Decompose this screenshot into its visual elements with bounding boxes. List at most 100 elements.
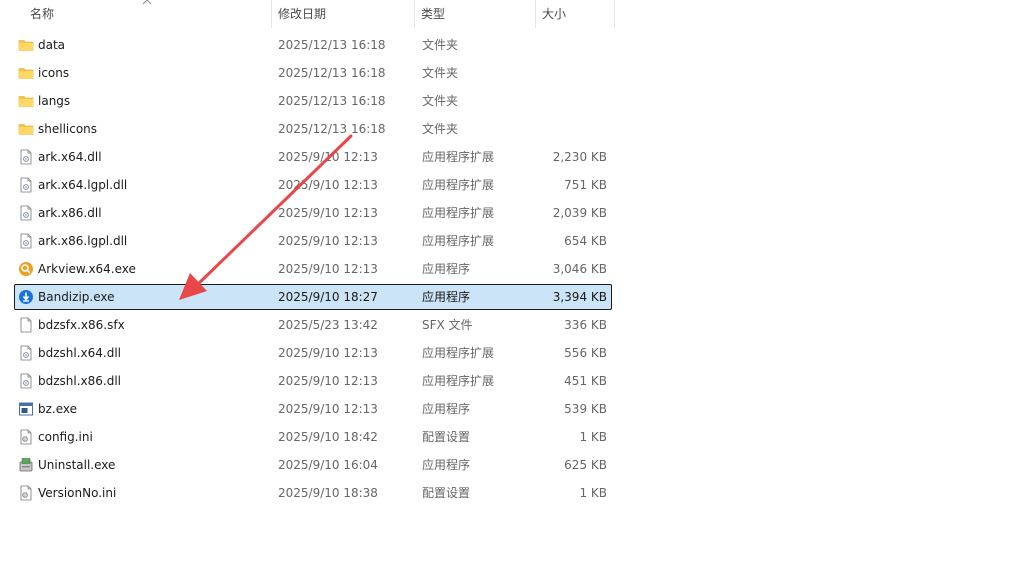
file-name: Uninstall.exe	[38, 458, 116, 472]
file-name: ark.x86.dll	[38, 206, 102, 220]
file-date-modified: 2025/9/10 18:38	[278, 486, 378, 500]
file-name: bdzshl.x64.dll	[38, 346, 122, 360]
file-date-modified: 2025/12/13 16:18	[278, 66, 386, 80]
file-date-modified: 2025/9/10 16:04	[278, 458, 378, 472]
file-name: bdzshl.x86.dll	[38, 374, 122, 388]
file-name: data	[38, 38, 66, 52]
file-name: bz.exe	[38, 402, 78, 416]
file-type: 应用程序扩展	[422, 234, 495, 248]
column-header-type[interactable]: 类型	[415, 0, 535, 28]
file-size: 751 KB	[564, 178, 607, 192]
file-row[interactable]: ark.x86.dll 2025/9/10 12:13 应用程序扩展 2,039 KB	[14, 200, 612, 226]
file-type: 文件夹	[422, 122, 459, 136]
file-size: 556 KB	[564, 346, 607, 360]
file-date-modified: 2025/12/13 16:18	[278, 122, 386, 136]
file-type: 应用程序扩展	[422, 178, 495, 192]
file-row[interactable]: langs 2025/12/13 16:18 文件夹	[14, 88, 612, 114]
file-row[interactable]: bdzshl.x64.dll 2025/9/10 12:13 应用程序扩展 556 K…	[14, 340, 612, 366]
file-name: langs	[38, 94, 71, 108]
file-row[interactable]: VersionNo.ini 2025/9/10 18:38 配置设置 1 KB	[14, 480, 612, 506]
blank-file-icon	[18, 317, 34, 333]
dll-file-icon	[18, 373, 34, 389]
file-row[interactable]: data 2025/12/13 16:18 文件夹	[14, 32, 612, 58]
file-size: 2,039 KB	[552, 206, 607, 220]
file-date-modified: 2025/9/10 18:42	[278, 430, 378, 444]
file-type: 应用程序扩展	[422, 346, 495, 360]
file-row[interactable]: icons 2025/12/13 16:18 文件夹	[14, 60, 612, 86]
file-size: 2,230 KB	[552, 150, 607, 164]
file-type: 文件夹	[422, 38, 459, 52]
file-name: ark.x86.lgpl.dll	[38, 234, 128, 248]
file-date-modified: 2025/9/10 12:13	[278, 178, 378, 192]
file-type: 文件夹	[422, 66, 459, 80]
file-date-modified: 2025/9/10 18:27	[278, 290, 378, 304]
column-header-row: 名称 修改日期 类型 大小	[0, 0, 1012, 30]
column-header-date[interactable]: 修改日期	[272, 0, 414, 28]
file-type: 应用程序	[422, 262, 471, 276]
file-type: 应用程序扩展	[422, 374, 495, 388]
file-name: shellicons	[38, 122, 98, 136]
file-type: 应用程序扩展	[422, 150, 495, 164]
folder-icon	[18, 37, 34, 53]
file-row[interactable]: Uninstall.exe 2025/9/10 16:04 应用程序 625 KB	[14, 452, 612, 478]
file-row[interactable]: shellicons 2025/12/13 16:18 文件夹	[14, 116, 612, 142]
file-row[interactable]: Bandizip.exe 2025/9/10 18:27 应用程序 3,394 KB	[14, 284, 612, 310]
sort-ascending-icon	[142, 0, 152, 5]
ini-file-icon	[18, 485, 34, 501]
file-row[interactable]: ark.x64.dll 2025/9/10 12:13 应用程序扩展 2,230 KB	[14, 144, 612, 170]
dll-file-icon	[18, 233, 34, 249]
file-type: 应用程序	[422, 290, 471, 304]
file-size: 451 KB	[564, 374, 607, 388]
file-name: Bandizip.exe	[38, 290, 115, 304]
dll-file-icon	[18, 177, 34, 193]
file-date-modified: 2025/9/10 12:13	[278, 374, 378, 388]
file-row[interactable]: config.ini 2025/9/10 18:42 配置设置 1 KB	[14, 424, 612, 450]
file-row[interactable]: bz.exe 2025/9/10 12:13 应用程序 539 KB	[14, 396, 612, 422]
file-date-modified: 2025/5/23 13:42	[278, 318, 378, 332]
file-date-modified: 2025/9/10 12:13	[278, 402, 378, 416]
file-name: bdzsfx.x86.sfx	[38, 318, 125, 332]
file-type: 应用程序	[422, 458, 471, 472]
file-row[interactable]: ark.x64.lgpl.dll 2025/9/10 12:13 应用程序扩展 751…	[14, 172, 612, 198]
file-name: config.ini	[38, 430, 93, 444]
file-name: Arkview.x64.exe	[38, 262, 136, 276]
file-row[interactable]: bdzshl.x86.dll 2025/9/10 12:13 应用程序扩展 451 K…	[14, 368, 612, 394]
file-size: 1 KB	[579, 486, 607, 500]
file-type: 文件夹	[422, 94, 459, 108]
file-date-modified: 2025/9/10 12:13	[278, 346, 378, 360]
file-date-modified: 2025/9/10 12:13	[278, 206, 378, 220]
file-row[interactable]: ark.x86.lgpl.dll 2025/9/10 12:13 应用程序扩展 654…	[14, 228, 612, 254]
column-header-size[interactable]: 大小	[536, 0, 614, 28]
dll-file-icon	[18, 345, 34, 361]
file-date-modified: 2025/9/10 12:13	[278, 262, 378, 276]
bandizip-app-icon	[18, 289, 34, 305]
file-row[interactable]: bdzsfx.x86.sfx 2025/5/23 13:42 SFX 文件 336 K…	[14, 312, 612, 338]
file-size: 654 KB	[564, 234, 607, 248]
column-divider[interactable]	[614, 0, 615, 28]
file-size: 1 KB	[579, 430, 607, 444]
file-size: 625 KB	[564, 458, 607, 472]
folder-icon	[18, 93, 34, 109]
file-name: ark.x64.dll	[38, 150, 102, 164]
file-size: 336 KB	[564, 318, 607, 332]
arkview-app-icon	[18, 261, 34, 277]
file-row[interactable]: Arkview.x64.exe 2025/9/10 12:13 应用程序 3,046 …	[14, 256, 612, 282]
file-explorer-list-view: 名称 修改日期 类型 大小 data 2025/12/13 16:18 文件夹 ico…	[0, 0, 1012, 566]
file-date-modified: 2025/9/10 12:13	[278, 234, 378, 248]
installer-app-icon	[18, 457, 34, 473]
folder-icon	[18, 121, 34, 137]
file-type: 配置设置	[422, 486, 471, 500]
file-size: 3,046 KB	[552, 262, 607, 276]
file-size: 3,394 KB	[552, 290, 607, 304]
file-date-modified: 2025/9/10 12:13	[278, 150, 378, 164]
file-name: icons	[38, 66, 70, 80]
file-type: SFX 文件	[422, 318, 473, 332]
file-name: VersionNo.ini	[38, 486, 117, 500]
ini-file-icon	[18, 429, 34, 445]
console-app-icon	[18, 401, 34, 417]
dll-file-icon	[18, 149, 34, 165]
folder-icon	[18, 65, 34, 81]
file-size: 539 KB	[564, 402, 607, 416]
file-date-modified: 2025/12/13 16:18	[278, 94, 386, 108]
file-type: 应用程序扩展	[422, 206, 495, 220]
